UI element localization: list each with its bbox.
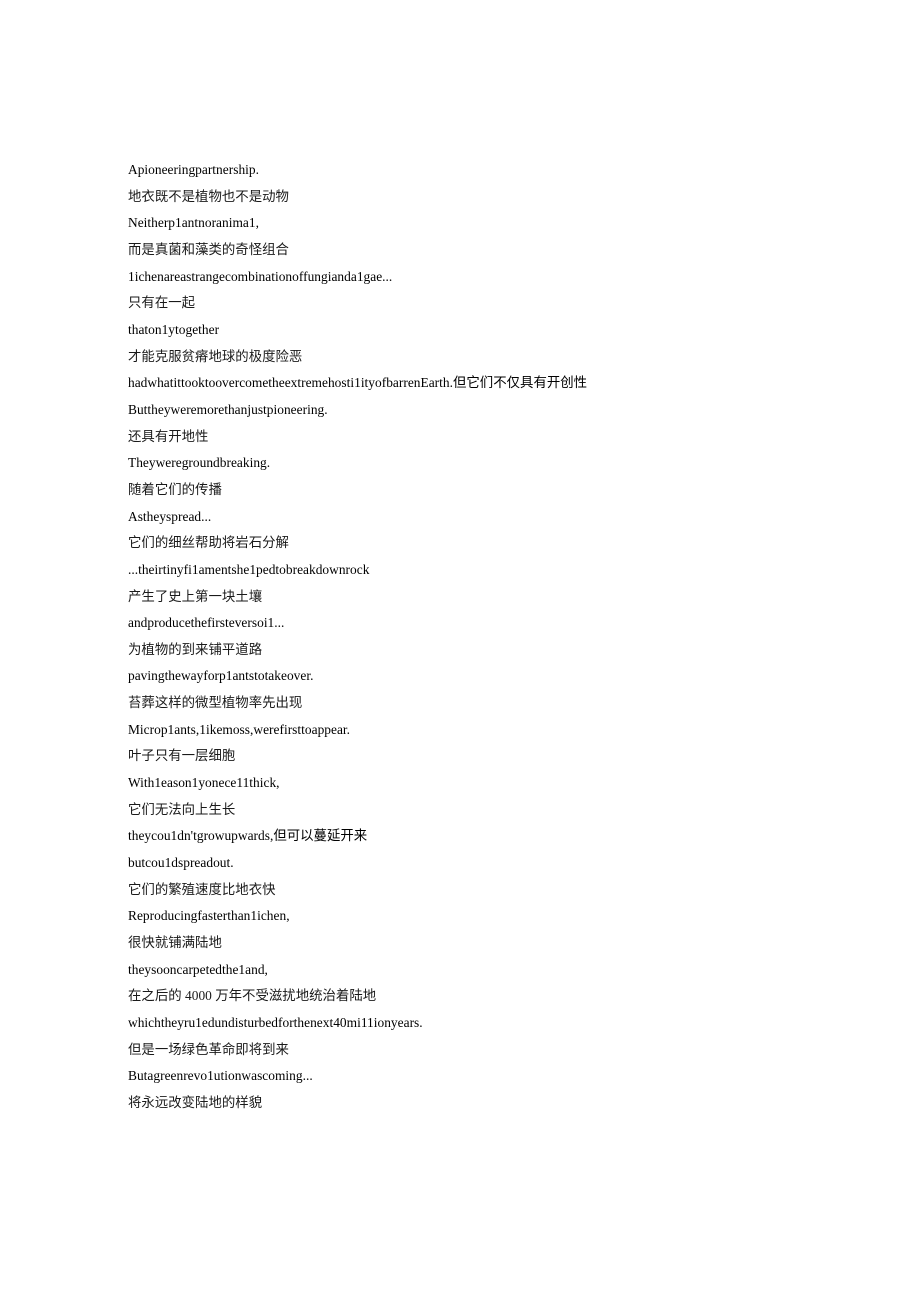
- text-line: Butagreenrevo1utionwascoming...: [128, 1068, 313, 1084]
- text-line: 只有在一起: [128, 295, 196, 311]
- document-page: Apioneeringpartnership. 地衣既不是植物也不是动物 Neith…: [0, 0, 920, 1301]
- document-text-body: Apioneeringpartnership. 地衣既不是植物也不是动物 Neith…: [128, 157, 600, 1117]
- text-line: 才能克服贫瘠地球的极度险恶: [128, 348, 303, 364]
- text-line: 而是真菌和藻类的奇怪组合: [128, 241, 289, 257]
- text-line: butcou1dspreadout.: [128, 855, 234, 871]
- text-line: Reproducingfasterthan1ichen,: [128, 908, 290, 924]
- text-line: 为植物的到来铺平道路: [128, 641, 263, 657]
- text-line: 产生了史上第一块土壤: [128, 588, 263, 604]
- text-line: 但是一场绿色革命即将到来: [128, 1041, 289, 1057]
- text-line: Astheyspread...: [128, 508, 212, 524]
- text-line: 在之后的 4000 万年不受滋扰地统治着陆地: [128, 988, 377, 1004]
- text-line: Theyweregroundbreaking.: [128, 455, 271, 471]
- text-line: 将永远改变陆地的样貌: [128, 1094, 263, 1110]
- text-line: 地衣既不是植物也不是动物: [128, 188, 289, 204]
- text-line: With1eason1yonece11thick,: [128, 775, 280, 791]
- text-line: 它们无法向上生长: [128, 801, 236, 817]
- text-line: 它们的繁殖速度比地衣快: [128, 881, 276, 897]
- text-line: Microp1ants,1ikemoss,werefirsttoappear.: [128, 721, 351, 737]
- text-line: pavingthewayforp1antstotakeover.: [128, 668, 314, 684]
- text-line: Apioneeringpartnership.: [128, 162, 259, 177]
- text-line: 还具有开地性: [128, 428, 209, 444]
- text-line: whichtheyru1edundisturbedforthenext40mi1…: [128, 1015, 423, 1030]
- text-line: hadwhatittooktoovercometheextremehosti1i…: [128, 375, 588, 391]
- text-line: andproducethefirsteversoi1...: [128, 615, 285, 631]
- text-line: 随着它们的传播: [128, 481, 222, 497]
- text-line: 很快就铺满陆地: [128, 935, 222, 951]
- text-line: theysooncarpetedthe1and,: [128, 961, 268, 977]
- text-line: 苔葬这样的微型植物率先出现: [128, 695, 303, 711]
- text-line: 叶子只有一层细胞: [128, 748, 236, 764]
- text-line: 1ichenareastrangecombinationoffungianda1…: [128, 268, 393, 284]
- text-line: theycou1dn'tgrowupwards,但可以蔓延开来: [128, 828, 368, 844]
- text-line: ...theirtinyfi1amentshe1pedtobreakdownro…: [128, 561, 370, 577]
- text-line: 它们的细丝帮助将岩石分解: [128, 535, 289, 551]
- text-line: Buttheyweremorethanjustpioneering.: [128, 401, 328, 417]
- text-line: Neitherp1antnoranima1,: [128, 215, 259, 231]
- text-line: thaton1ytogether: [128, 321, 220, 337]
